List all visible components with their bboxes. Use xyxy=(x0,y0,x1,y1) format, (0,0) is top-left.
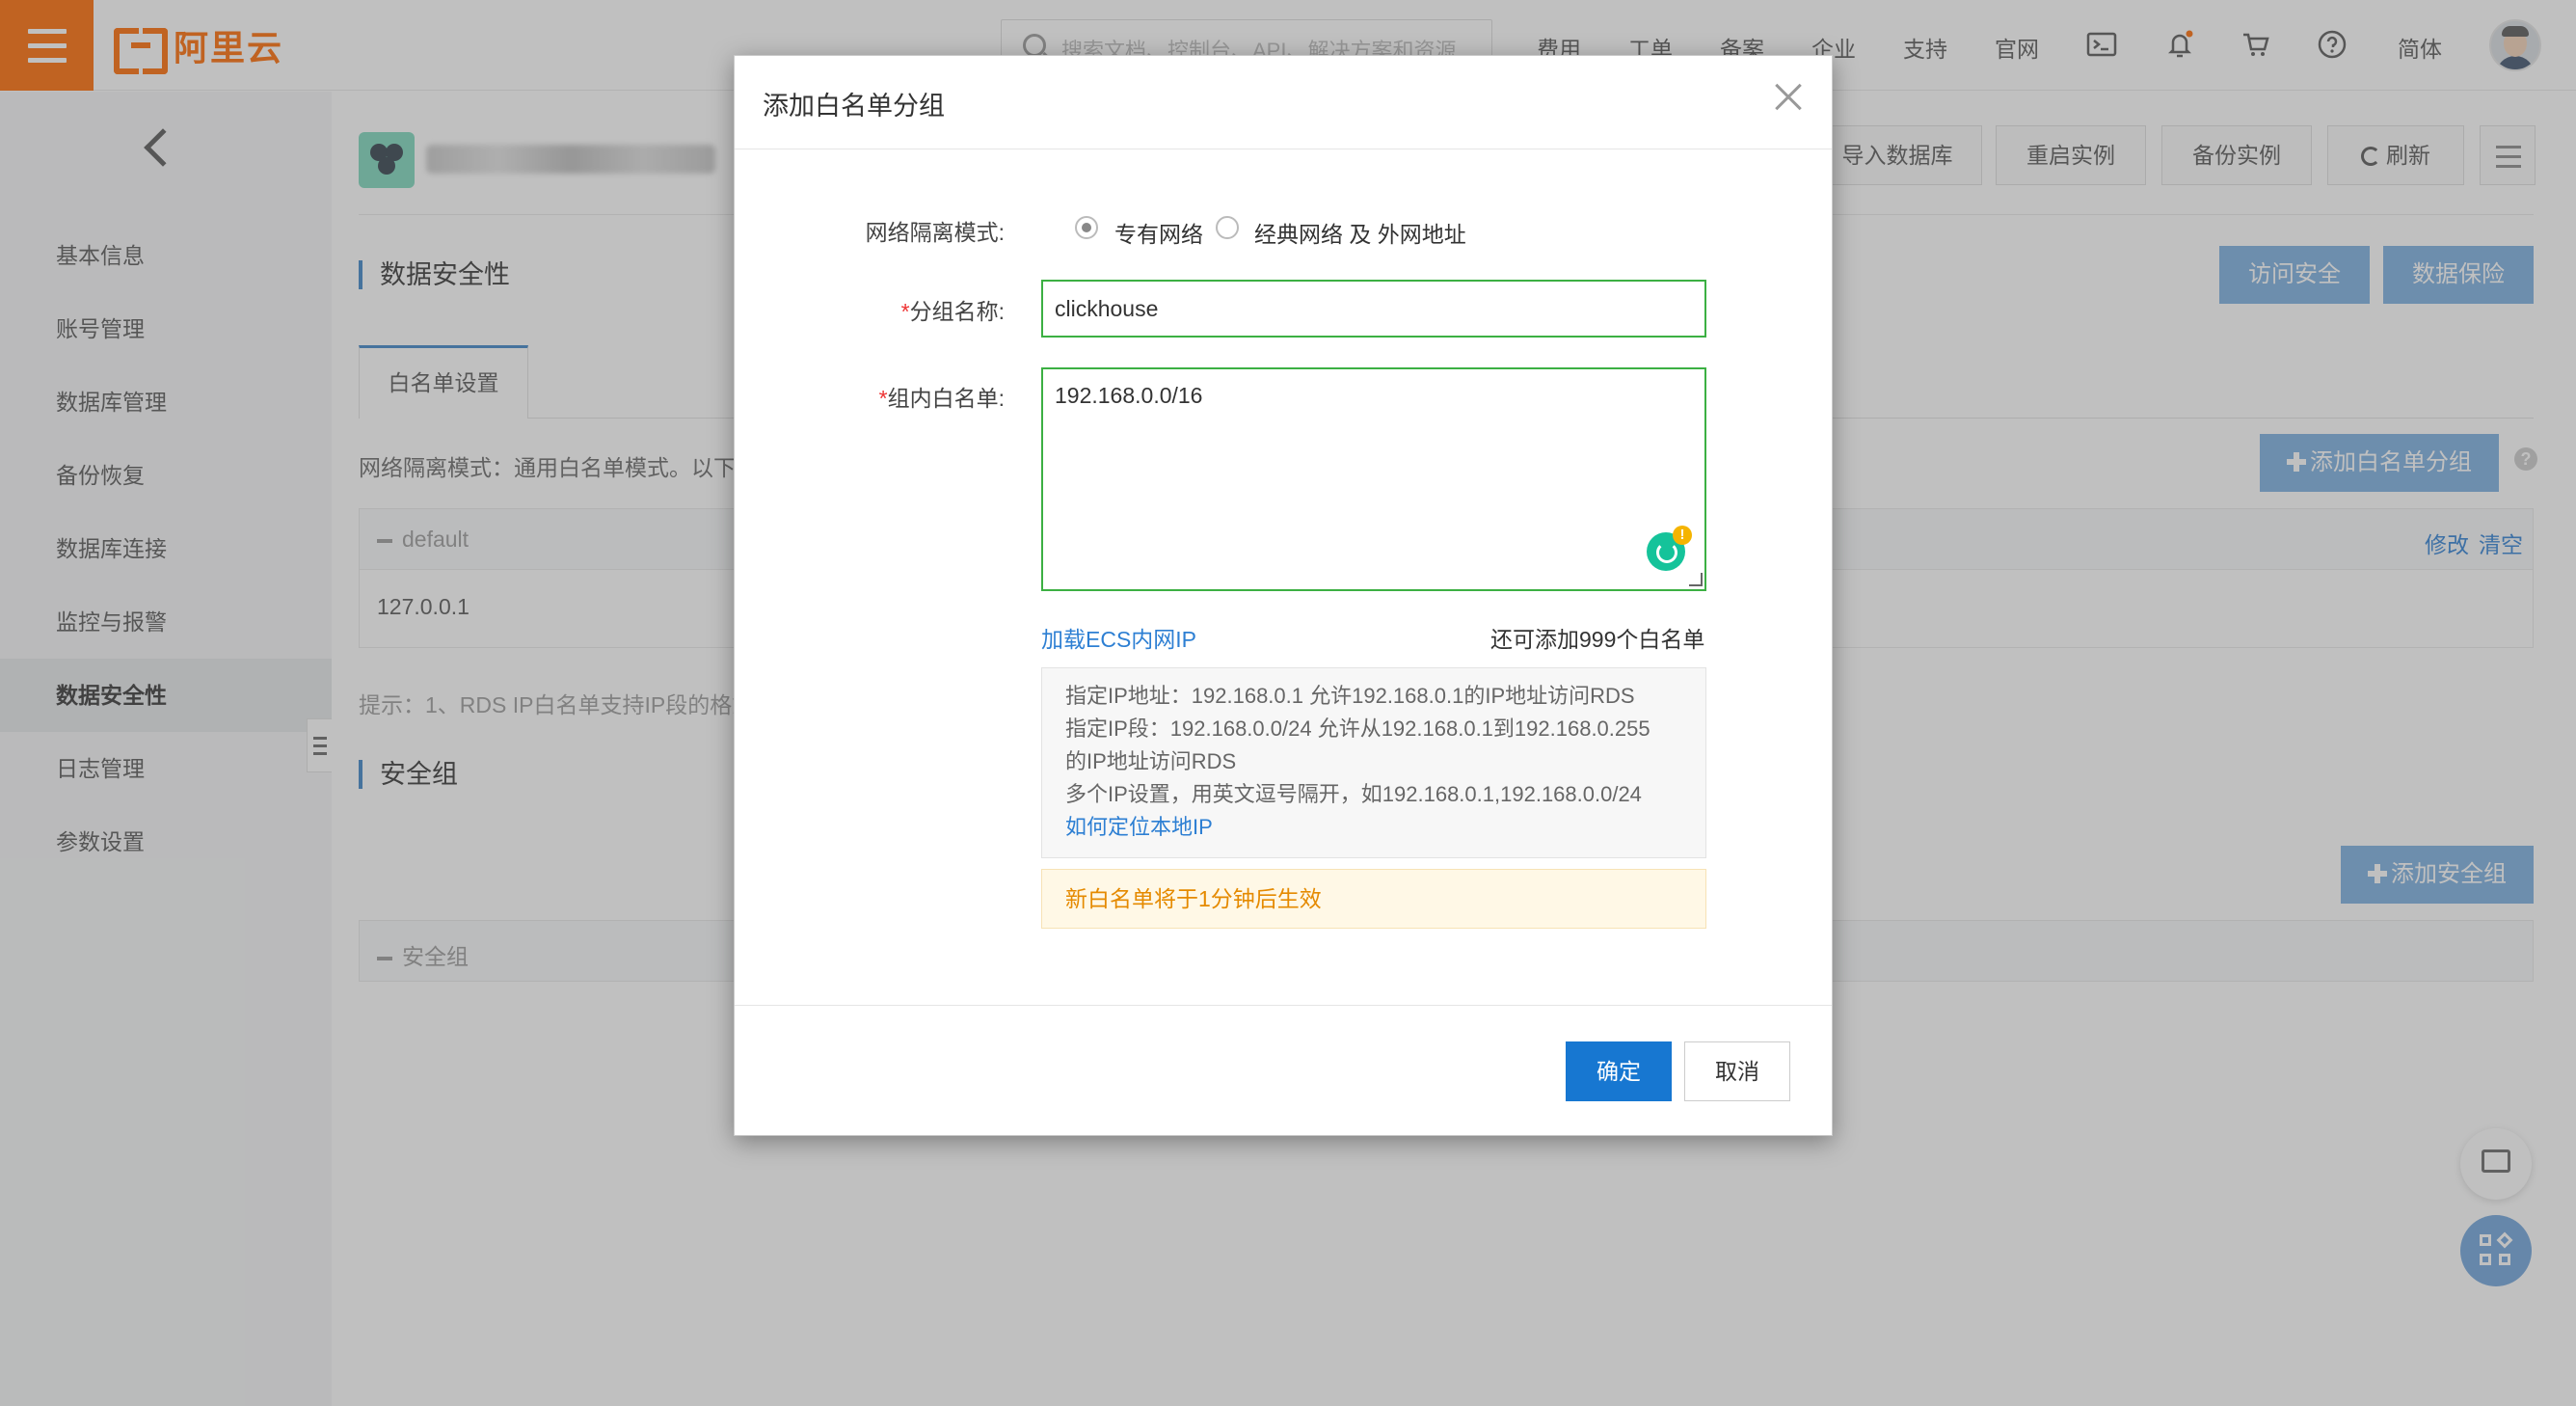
locate-local-ip-link[interactable]: 如何定位本地IP xyxy=(1065,811,1682,844)
hint-line: 多个IP设置，用英文逗号隔开，如192.168.0.1,192.168.0.0/… xyxy=(1065,782,1642,806)
confirm-button[interactable]: 确定 xyxy=(1566,1041,1672,1101)
radio-classic-label[interactable]: 经典网络 及 外网地址 xyxy=(1254,216,1466,249)
radio-vpc-label[interactable]: 专有网络 xyxy=(1114,216,1203,249)
load-ecs-ip-link[interactable]: 加载ECS内网IP xyxy=(1041,621,1196,654)
radio-classic[interactable] xyxy=(1216,216,1239,239)
hint-line: 指定IP地址：192.168.0.1 允许192.168.0.1的IP地址访问R… xyxy=(1065,684,1635,708)
network-mode-label: 网络隔离模式: xyxy=(865,220,1005,245)
group-name-label: *分组名称: xyxy=(900,299,1005,324)
whitelist-hint-box: 指定IP地址：192.168.0.1 允许192.168.0.1的IP地址访问R… xyxy=(1041,667,1706,858)
radio-vpc[interactable] xyxy=(1075,216,1098,239)
cancel-button[interactable]: 取消 xyxy=(1684,1041,1790,1101)
whitelist-textarea[interactable]: 192.168.0.0/16 xyxy=(1041,367,1706,591)
hint-line: 的IP地址访问RDS xyxy=(1065,749,1237,773)
dialog-title: 添加白名单分组 xyxy=(763,92,945,121)
close-icon[interactable] xyxy=(1774,83,1803,112)
hint-line: 指定IP段：192.168.0.0/24 允许从192.168.0.1到192.… xyxy=(1065,717,1650,741)
whitelist-label: *组内白名单: xyxy=(878,386,1005,411)
warning-badge-icon: ! xyxy=(1673,526,1692,545)
effect-warning: 新白名单将于1分钟后生效 xyxy=(1041,869,1706,929)
group-name-input[interactable] xyxy=(1041,280,1706,338)
add-whitelist-group-dialog: 添加白名单分组 网络隔离模式: 专有网络 经典网络 及 外网地址 *分组名称: … xyxy=(734,55,1833,1136)
resize-handle-icon[interactable] xyxy=(1689,573,1703,586)
remaining-count-text: 还可添加999个白名单 xyxy=(1490,627,1705,652)
dialog-footer-divider xyxy=(735,1005,1832,1006)
